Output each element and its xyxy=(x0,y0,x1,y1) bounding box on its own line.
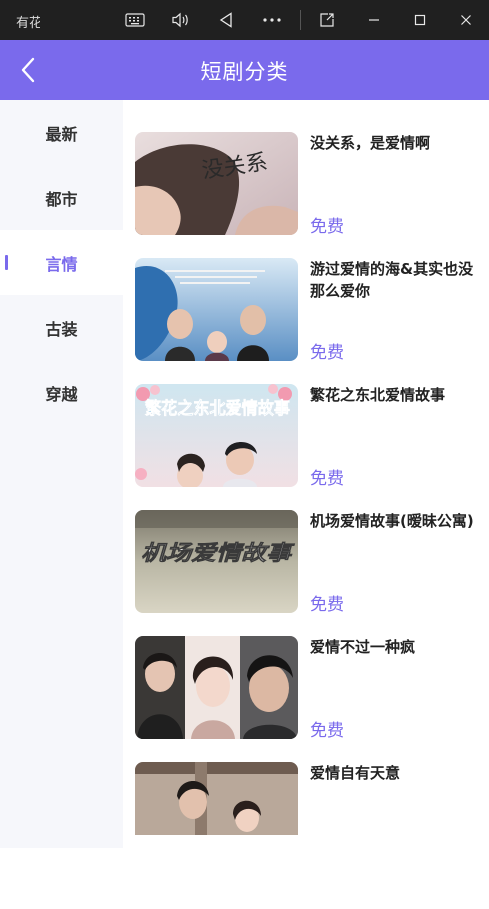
drama-price: 免费 xyxy=(310,469,344,489)
keyboard-icon[interactable] xyxy=(122,8,148,32)
minimize-icon[interactable] xyxy=(361,8,387,32)
app-name: 有花 xyxy=(16,16,40,31)
drama-title: 繁花之东北爱情故事 xyxy=(310,386,446,404)
category-romance[interactable]: 言情 xyxy=(0,230,123,295)
close-icon[interactable] xyxy=(453,8,479,32)
drama-poster[interactable]: 没关系 xyxy=(135,132,298,235)
drama-poster[interactable] xyxy=(135,258,298,361)
drama-price: 免费 xyxy=(310,343,344,363)
drama-item[interactable]: 没关系 没关系，是爱情啊 免费 xyxy=(135,132,480,237)
drama-item[interactable]: 机场爱情故事 机场爱情故事(暧昧公寓) 免费 xyxy=(135,510,480,615)
category-latest[interactable]: 最新 xyxy=(0,100,123,165)
drama-poster[interactable] xyxy=(135,762,298,835)
page-title: 短剧分类 xyxy=(200,60,289,84)
drama-title: 没关系，是爱情啊 xyxy=(310,134,431,152)
category-label: 古装 xyxy=(45,319,78,339)
drama-poster[interactable]: 机场爱情故事 xyxy=(135,510,298,613)
maximize-icon[interactable] xyxy=(407,8,433,32)
window-titlebar: 有花 xyxy=(0,0,489,40)
category-costume[interactable]: 古装 xyxy=(0,295,123,360)
drama-item[interactable]: 爱情不过一种疯 免费 xyxy=(135,636,480,741)
more-icon[interactable] xyxy=(259,8,285,32)
category-label: 穿越 xyxy=(45,384,78,404)
category-label: 最新 xyxy=(45,124,78,144)
drama-poster[interactable] xyxy=(135,636,298,739)
drama-title: 游过爱情的海&其实也没那么爱你 xyxy=(310,260,474,300)
category-time-travel[interactable]: 穿越 xyxy=(0,360,123,425)
category-urban[interactable]: 都市 xyxy=(0,165,123,230)
pip-icon[interactable] xyxy=(314,8,340,32)
drama-item[interactable]: 爱情自有天意 xyxy=(135,762,480,835)
drama-price: 免费 xyxy=(310,217,344,237)
drama-title: 爱情自有天意 xyxy=(310,764,401,782)
volume-icon[interactable] xyxy=(167,8,193,32)
drama-poster[interactable]: 繁花之东北爱情故事 xyxy=(135,384,298,487)
poster-title-text: 繁花之东北爱情故事 xyxy=(144,398,290,419)
active-indicator xyxy=(5,255,8,270)
titlebar-separator xyxy=(300,10,301,30)
category-label: 言情 xyxy=(45,254,78,274)
category-sidebar: 最新 都市 言情 古装 穿越 xyxy=(0,100,123,848)
drama-item[interactable]: 游过爱情的海&其实也没那么爱你 免费 xyxy=(135,258,480,363)
drama-list[interactable]: 没关系 没关系，是爱情啊 免费 游过爱情的海&其实也没那么爱你 免费 繁花之东北… xyxy=(123,100,489,835)
drama-title: 爱情不过一种疯 xyxy=(310,638,416,656)
drama-price: 免费 xyxy=(310,595,344,615)
drama-price: 免费 xyxy=(310,721,344,741)
poster-title-text: 机场爱情故事 xyxy=(141,541,296,565)
back-triangle-icon[interactable] xyxy=(213,8,239,32)
drama-title: 机场爱情故事(暧昧公寓) xyxy=(310,512,474,530)
page-header: 短剧分类 xyxy=(0,40,489,100)
category-label: 都市 xyxy=(45,189,78,209)
drama-item[interactable]: 繁花之东北爱情故事 繁花之东北爱情故事 免费 xyxy=(135,384,480,489)
